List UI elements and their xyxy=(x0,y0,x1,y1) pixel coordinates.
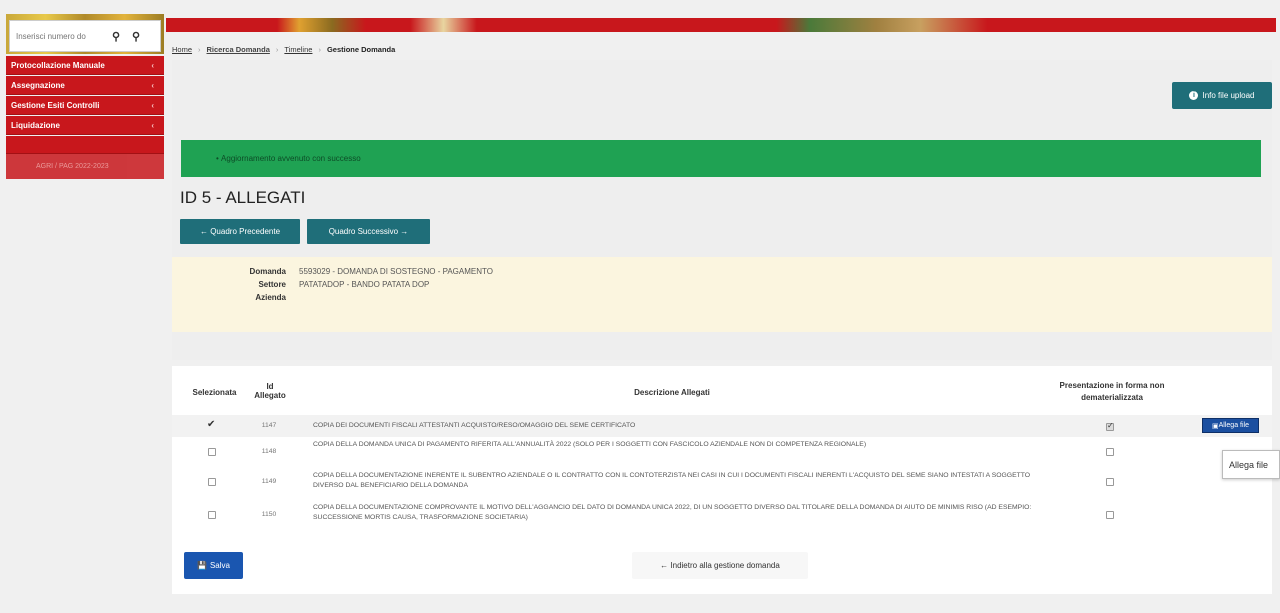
chevron-left-icon: ‹ xyxy=(151,100,154,110)
header-presentazione: Presentazione in forma non dematerializz… xyxy=(1022,380,1202,404)
arrow-left-icon: ← xyxy=(199,227,211,236)
breadcrumb-ricerca-domanda[interactable]: Ricerca Domanda xyxy=(207,45,270,54)
settore-label: Settore xyxy=(258,280,286,289)
select-checkbox[interactable] xyxy=(208,478,216,486)
row-description: COPIA DEI DOCUMENTI FISCALI ATTESTANTI A… xyxy=(313,422,636,429)
header-presentazione-line2: dematerializzata xyxy=(1081,393,1143,402)
header-selezionata: Selezionata xyxy=(192,388,237,397)
presentazione-checkbox[interactable] xyxy=(1106,511,1114,519)
header-id: Id Allegato xyxy=(250,382,290,400)
save-icon: 💾 xyxy=(197,561,207,570)
sidebar-item-gestione-esiti[interactable]: Gestione Esiti Controlli ‹ xyxy=(6,96,164,115)
breadcrumb-separator: › xyxy=(275,44,279,54)
info-azienda-row: Azienda xyxy=(172,293,299,302)
search-input[interactable] xyxy=(16,31,106,41)
select-checkbox[interactable] xyxy=(208,511,216,519)
breadcrumb-current: Gestione Domanda xyxy=(326,44,396,54)
search-box: ⚲ ⚲ xyxy=(9,20,161,52)
top-banner xyxy=(166,18,1276,32)
allega-file-label: Allega file xyxy=(1218,422,1249,429)
sidebar-footer: AGRI / PAG 2022-2023 xyxy=(6,154,164,179)
header-id-line1: Id xyxy=(266,382,274,391)
domanda-info-box: Domanda 5593029 - DOMANDA DI SOSTEGNO - … xyxy=(172,257,1272,332)
save-button[interactable]: 💾 Salva xyxy=(184,552,243,579)
header-presentazione-line1: Presentazione in forma non xyxy=(1059,381,1165,390)
info-settore-row: Settore PATATADOP - BANDO PATATA DOP xyxy=(172,280,429,289)
success-alert: • Aggiornamento avvenuto con successo xyxy=(181,140,1261,177)
sidebar-item-protocollazione[interactable]: Protocollazione Manuale ‹ xyxy=(6,56,164,75)
next-section-label: Quadro Successivo xyxy=(328,227,399,236)
save-label: Salva xyxy=(209,561,230,570)
chevron-left-icon: ‹ xyxy=(151,120,154,130)
row-description: COPIA DELLA DOCUMENTAZIONE COMPROVANTE I… xyxy=(313,504,1032,521)
header-descrizione: Descrizione Allegati xyxy=(634,388,710,397)
page-title: ID 5 - ALLEGATI xyxy=(180,188,306,207)
row-id: 1148 xyxy=(261,448,277,455)
checkmark-icon[interactable]: ✔ xyxy=(207,419,215,430)
row-id: 1149 xyxy=(261,478,277,485)
upload-icon: ▣ xyxy=(1212,422,1219,430)
row-id: 1147 xyxy=(261,422,277,429)
breadcrumb-home[interactable]: Home xyxy=(172,45,192,54)
table-row: 1149 COPIA DELLA DOCUMENTAZIONE INERENTE… xyxy=(172,466,1272,496)
header-id-line2: Allegato xyxy=(254,391,286,400)
sidebar-item-assegnazione[interactable]: Assegnazione ‹ xyxy=(6,76,164,95)
settore-value: PATATADOP - BANDO PATATA DOP xyxy=(299,280,430,289)
sidebar-item-empty xyxy=(6,136,164,154)
allega-tooltip: Allega file xyxy=(1222,450,1280,479)
back-label: Indietro alla gestione domanda xyxy=(670,561,780,570)
arrow-left-icon: ← xyxy=(660,561,671,570)
presentazione-checkbox[interactable] xyxy=(1106,448,1114,456)
presentazione-checkbox[interactable] xyxy=(1106,478,1114,486)
row-id: 1150 xyxy=(261,511,277,518)
table-row: 1150 COPIA DELLA DOCUMENTAZIONE COMPROVA… xyxy=(172,498,1272,528)
sidebar-item-label: Liquidazione xyxy=(11,120,60,130)
allega-file-button[interactable]: ▣ Allega file xyxy=(1202,418,1259,433)
chevron-left-icon: ‹ xyxy=(151,60,154,70)
breadcrumb: Home › Ricerca Domanda › Timeline › Gest… xyxy=(172,38,1272,60)
chevron-left-icon: ‹ xyxy=(151,80,154,90)
sidebar-item-label: Protocollazione Manuale xyxy=(11,60,105,70)
sidebar-footer-text: AGRI / PAG 2022-2023 xyxy=(36,163,109,170)
azienda-label: Azienda xyxy=(255,293,286,302)
row-description: COPIA DELLA DOCUMENTAZIONE INERENTE IL S… xyxy=(313,472,1031,489)
search-icon[interactable]: ⚲ xyxy=(106,30,126,43)
info-icon: i xyxy=(1189,91,1199,100)
info-upload-label: Info file upload xyxy=(1202,91,1255,100)
table-row: ✔ 1147 COPIA DEI DOCUMENTI FISCALI ATTES… xyxy=(172,415,1272,437)
breadcrumb-separator: › xyxy=(198,44,201,54)
prev-section-label: Quadro Precedente xyxy=(210,227,281,236)
search-advanced-icon[interactable]: ⚲ xyxy=(126,30,146,43)
domanda-label: Domanda xyxy=(249,267,286,276)
breadcrumb-separator: › xyxy=(318,44,321,54)
prev-section-button[interactable]: ← Quadro Precedente xyxy=(180,219,300,244)
row-description: COPIA DELLA DOMANDA UNICA DI PAGAMENTO R… xyxy=(313,441,867,448)
arrow-right-icon: → xyxy=(398,227,409,236)
domanda-value: 5593029 - DOMANDA DI SOSTEGNO - PAGAMENT… xyxy=(299,267,493,276)
breadcrumb-timeline[interactable]: Timeline xyxy=(284,45,312,54)
table-header: Selezionata Id Allegato Descrizione Alle… xyxy=(172,374,1272,414)
sidebar: ⚲ ⚲ Protocollazione Manuale ‹ Assegnazio… xyxy=(6,14,164,184)
back-button[interactable]: ← Indietro alla gestione domanda xyxy=(632,552,808,579)
select-checkbox[interactable] xyxy=(208,448,216,456)
sidebar-item-label: Assegnazione xyxy=(11,80,65,90)
sidebar-item-label: Gestione Esiti Controlli xyxy=(11,100,100,110)
presentazione-checkbox[interactable] xyxy=(1106,421,1114,431)
table-row: 1148 COPIA DELLA DOMANDA UNICA DI PAGAME… xyxy=(172,438,1272,464)
alert-text: Aggiornamento avvenuto con successo xyxy=(221,154,361,163)
info-upload-button[interactable]: i Info file upload xyxy=(1172,82,1272,109)
sidebar-item-liquidazione[interactable]: Liquidazione ‹ xyxy=(6,116,164,135)
info-domanda-row: Domanda 5593029 - DOMANDA DI SOSTEGNO - … xyxy=(172,267,493,276)
next-section-button[interactable]: Quadro Successivo → xyxy=(307,219,430,244)
